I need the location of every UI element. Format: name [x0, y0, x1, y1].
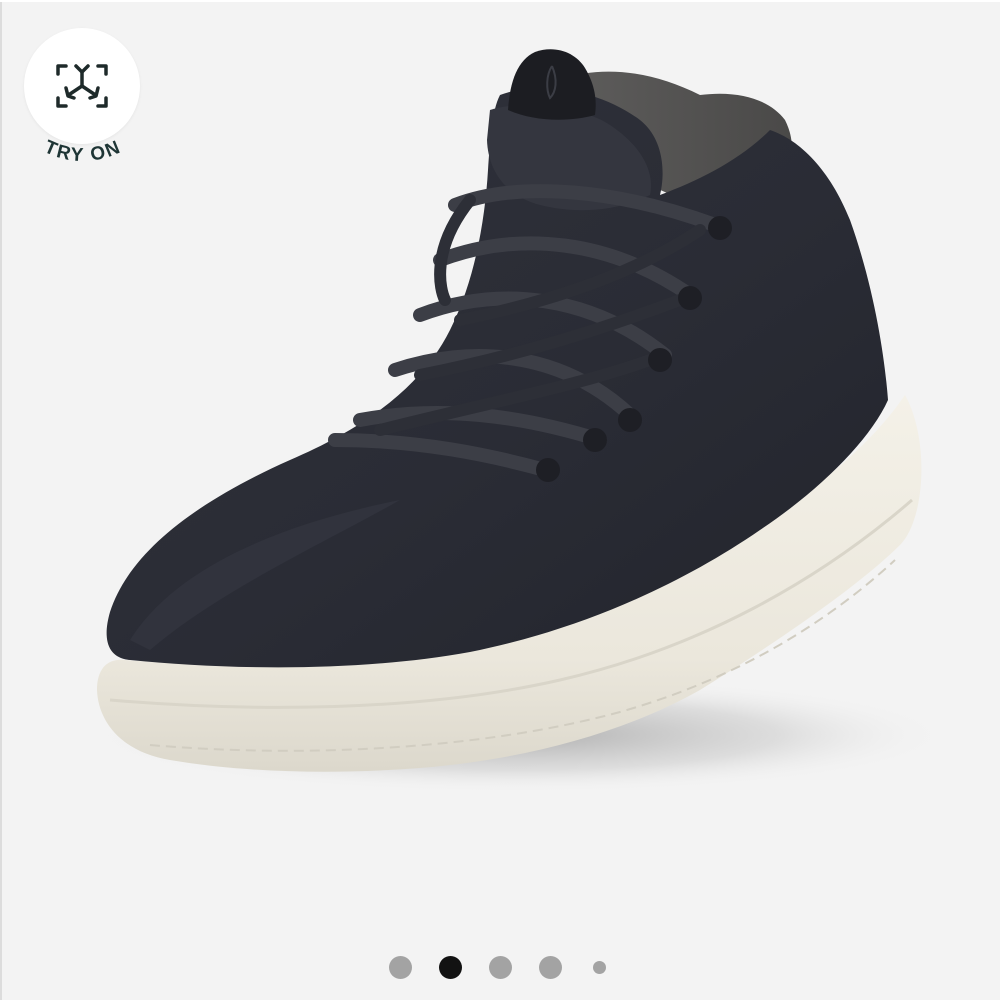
- try-on-button[interactable]: TRY ON: [24, 28, 142, 178]
- carousel-dot-1[interactable]: [389, 956, 412, 979]
- product-image[interactable]: [0, 0, 1000, 1000]
- svg-text:TRY ON: TRY ON: [41, 136, 125, 166]
- pull-tab: [508, 49, 596, 120]
- carousel-dot-3[interactable]: [489, 956, 512, 979]
- try-on-label-arc: TRY ON: [41, 136, 125, 166]
- carousel-dot-5[interactable]: [593, 961, 606, 974]
- try-on-label: TRY ON: [41, 136, 123, 166]
- product-gallery[interactable]: TRY ON: [0, 0, 1000, 1000]
- carousel-pagination: [0, 956, 1000, 982]
- carousel-dot-2[interactable]: [439, 956, 462, 979]
- carousel-dot-4[interactable]: [539, 956, 562, 979]
